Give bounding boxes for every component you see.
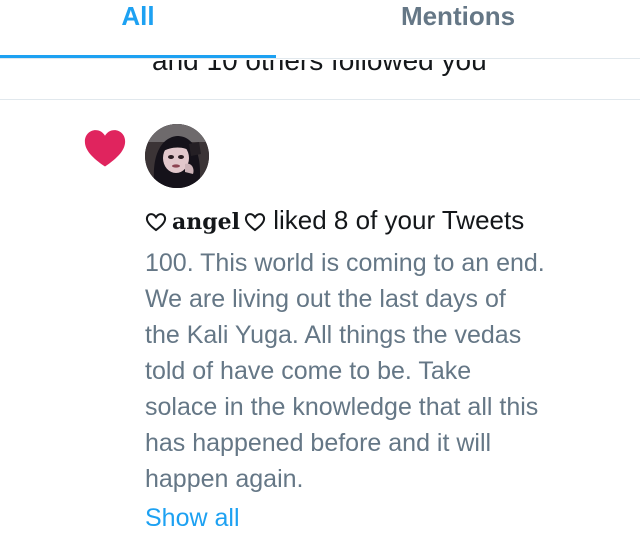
heart-icon — [84, 130, 126, 167]
notifications-tab-bar: All Mentions — [0, 0, 640, 60]
avatar[interactable] — [145, 124, 209, 188]
tweet-preview-text[interactable]: 100. This world is coming to an end. We … — [145, 245, 625, 497]
notification-summary: angel liked 8 of your Tweets — [145, 203, 524, 239]
outline-heart-icon — [244, 213, 266, 232]
tab-bar-divider — [0, 58, 640, 59]
user-display-name[interactable]: angel — [172, 209, 240, 235]
tab-mentions[interactable]: Mentions — [340, 0, 576, 36]
tab-all[interactable]: All — [0, 0, 276, 36]
outline-heart-icon — [145, 213, 167, 232]
notification-action-text: liked 8 of your Tweets — [273, 205, 525, 235]
notification-divider — [0, 99, 640, 100]
avatar-photo — [145, 124, 209, 188]
show-all-link[interactable]: Show all — [145, 500, 240, 536]
